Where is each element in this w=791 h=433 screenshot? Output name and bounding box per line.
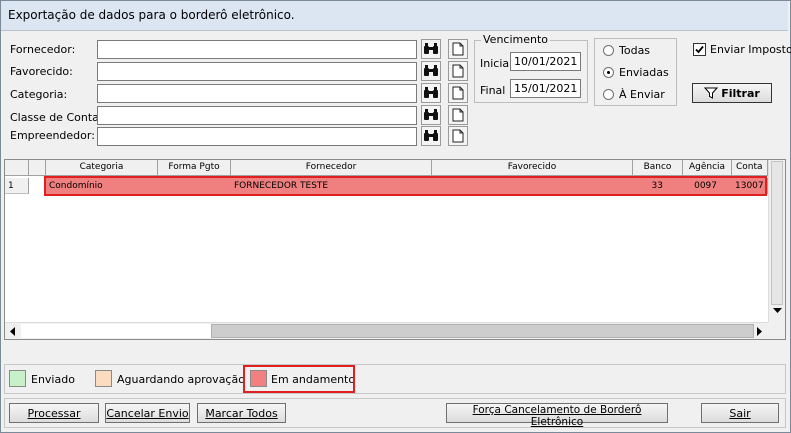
empreendedor-search-button[interactable] — [421, 126, 441, 146]
classe-conta-new-button[interactable] — [448, 105, 468, 125]
checkmark-icon — [695, 45, 704, 54]
processar-button[interactable]: Processar — [9, 403, 99, 423]
fornecedor-label: Fornecedor: — [10, 43, 76, 56]
row-number: 1 — [8, 181, 14, 191]
marcar-todos-label: Marcar Todos — [205, 406, 278, 420]
classe-conta-input[interactable] — [97, 106, 417, 125]
scroll-down-arrow-icon[interactable] — [773, 308, 782, 314]
grid-header-favorecido[interactable]: Favorecido — [432, 160, 633, 176]
vencimento-title: Vencimento — [481, 33, 551, 46]
scroll-right-arrow-icon[interactable] — [757, 327, 763, 336]
favorecido-label: Favorecido: — [10, 65, 73, 78]
binoculars-icon — [424, 65, 438, 76]
legend-swatch-aguardando — [95, 370, 112, 387]
horizontal-scrollbar[interactable] — [5, 322, 768, 339]
binoculars-icon — [424, 109, 438, 120]
final-label: Final — [480, 84, 506, 97]
inicial-label: Inicial — [480, 57, 513, 70]
legend-label-enviado: Enviado — [31, 373, 75, 386]
fornecedor-new-button[interactable] — [448, 39, 468, 59]
grid-header-forma-pgto[interactable]: Forma Pgto — [158, 160, 231, 176]
grid-header-corner — [5, 160, 29, 176]
fornecedor-input[interactable] — [97, 40, 417, 59]
radio-enviadas-circle[interactable] — [603, 67, 614, 78]
fornecedor-search-button[interactable] — [421, 39, 441, 59]
sair-label: Sair — [729, 406, 751, 420]
favorecido-search-button[interactable] — [421, 61, 441, 81]
empreendedor-new-button[interactable] — [448, 126, 468, 146]
funnel-icon — [704, 87, 719, 99]
filtrar-label: Filtrar — [721, 86, 760, 100]
grid-header-agencia[interactable]: Agência — [683, 160, 732, 176]
radio-enviadas-label: Enviadas — [619, 66, 669, 79]
empreendedor-input[interactable] — [97, 127, 417, 146]
sair-button[interactable]: Sair — [701, 403, 779, 423]
categoria-search-button[interactable] — [421, 83, 441, 103]
horizontal-scroll-thumb[interactable] — [211, 324, 754, 338]
document-icon — [452, 86, 464, 100]
binoculars-icon — [424, 130, 438, 141]
document-icon — [452, 64, 464, 78]
classe-conta-search-button[interactable] — [421, 105, 441, 125]
enviar-imposto-label: Enviar Imposto — [710, 43, 791, 56]
grid-header-select — [29, 160, 46, 176]
row-highlight-box — [44, 176, 767, 196]
inicial-date-input[interactable] — [510, 52, 581, 71]
categoria-input[interactable] — [97, 84, 417, 103]
enviar-imposto-checkbox[interactable] — [693, 43, 706, 56]
grid-header-categoria[interactable]: Categoria — [46, 160, 158, 176]
grid-header-banco[interactable]: Banco — [633, 160, 683, 176]
vertical-scroll-thumb[interactable] — [771, 161, 783, 305]
categoria-new-button[interactable] — [448, 83, 468, 103]
legend-swatch-enviado — [9, 370, 26, 387]
results-grid[interactable]: Categoria Forma Pgto Fornecedor Favoreci… — [4, 159, 786, 340]
cancelar-envio-button[interactable]: Cancelar Envio — [105, 403, 190, 423]
binoculars-icon — [424, 87, 438, 98]
favorecido-input[interactable] — [97, 62, 417, 81]
radio-todas-label: Todas — [619, 44, 651, 57]
marcar-todos-button[interactable]: Marcar Todos — [197, 403, 286, 423]
legend-label-aguardando: Aguardando aprovação — [117, 373, 245, 386]
legend-highlight-box — [243, 365, 355, 393]
empreendedor-label: Empreendedor: — [10, 129, 95, 142]
vertical-scrollbar[interactable] — [768, 160, 785, 322]
forca-cancelamento-button[interactable]: Força Cancelamento de Borderô Eletrônico — [446, 403, 668, 428]
classe-conta-label: Classe de Conta: — [10, 111, 103, 124]
radio-a-enviar-label: À Enviar — [619, 88, 665, 101]
processar-label: Processar — [27, 406, 81, 420]
scroll-left-arrow-icon[interactable] — [9, 327, 15, 336]
final-date-input[interactable] — [510, 79, 581, 98]
radio-todas-circle[interactable] — [603, 45, 614, 56]
filtrar-button[interactable]: Filtrar — [692, 83, 772, 103]
horizontal-scroll-track — [21, 324, 211, 338]
grid-header-fornecedor[interactable]: Fornecedor — [231, 160, 432, 176]
favorecido-new-button[interactable] — [448, 61, 468, 81]
radio-a-enviar-circle[interactable] — [603, 89, 614, 100]
cancelar-envio-label: Cancelar Envio — [106, 406, 189, 420]
scroll-corner — [768, 322, 785, 339]
window-title: Exportação de dados para o borderô eletr… — [1, 1, 788, 31]
document-icon — [452, 108, 464, 122]
document-icon — [452, 42, 464, 56]
document-icon — [452, 129, 464, 143]
categoria-label: Categoria: — [10, 88, 68, 101]
binoculars-icon — [424, 43, 438, 54]
grid-header-conta[interactable]: Conta — [732, 160, 768, 176]
